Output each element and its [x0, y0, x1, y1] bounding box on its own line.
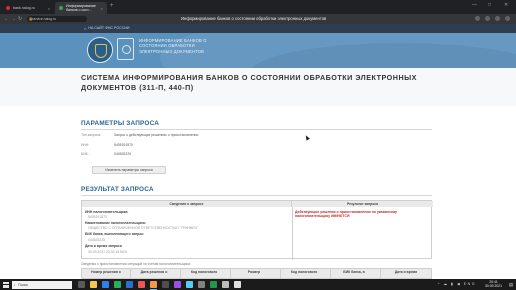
close-tab-icon[interactable]: × — [48, 6, 50, 11]
app-icon[interactable] — [198, 281, 205, 288]
column-header: Дата решения о — [140, 270, 168, 274]
back-icon[interactable]: ← — [4, 16, 9, 22]
close-tab-icon[interactable]: × — [101, 6, 103, 11]
param-label: БИК: — [81, 152, 89, 156]
field-label: БИК банка, выполняющего запрос: — [85, 232, 145, 236]
param-label: ИНН: — [81, 143, 90, 147]
params-section-title: ПАРАМЕТРЫ ЗАПРОСА — [81, 120, 160, 127]
field-label: Наименование налогоплательщика: — [85, 221, 146, 225]
profile-avatar-icon[interactable] — [495, 16, 500, 21]
column-header: Сведения о запросе — [82, 201, 292, 207]
decisions-table-header: Номер решения о Дата решения о Код налог… — [81, 268, 432, 280]
clock[interactable]: 20:41 30.09.2021 — [485, 280, 502, 289]
file-explorer-icon[interactable] — [90, 281, 97, 288]
clock-date: 30.09.2021 — [485, 284, 502, 289]
column-header: Код налогового — [190, 270, 218, 274]
param-value: 044525225 — [114, 152, 131, 156]
notifications-icon[interactable]: ▤ — [509, 282, 513, 288]
chrome-browser-icon[interactable] — [150, 281, 157, 290]
mouse-cursor-icon — [304, 134, 310, 141]
browser-tab[interactable]: bank.nalog.ru × — [2, 2, 54, 14]
field-value: 5405191570 — [88, 215, 107, 219]
extension-icon[interactable] — [475, 16, 480, 21]
column-divider — [292, 207, 293, 260]
home-icon: ⌂ — [84, 25, 87, 31]
taskbar-search-input[interactable]: ⌕ Поиск — [12, 280, 72, 289]
home-link[interactable]: ⌂ НА САЙТ ФНС РОССИИ — [84, 26, 130, 31]
close-window-button[interactable]: ✕ — [504, 2, 508, 8]
field-value: 30.09.2021 20:32:15 МСК — [88, 250, 128, 254]
lock-icon: 🔒 — [28, 17, 33, 21]
divider — [81, 195, 432, 196]
site-banner: ИНФОРМИРОВАНИЕ БАНКОВ О СОСТОЯНИИ ОБРАБО… — [0, 33, 516, 68]
site-favicon-icon — [59, 6, 63, 10]
result-status-text: Действующие решения о приостановлении по… — [295, 210, 397, 219]
app-icon[interactable] — [222, 281, 229, 288]
decisions-note: Сведения о приостановлении операций по с… — [81, 262, 191, 266]
word-app-icon[interactable] — [126, 281, 133, 288]
task-view-icon[interactable] — [78, 281, 85, 288]
app-icon[interactable] — [210, 281, 217, 288]
mail-app-icon[interactable] — [102, 281, 109, 288]
windows-start-icon[interactable] — [3, 281, 9, 288]
maximize-button[interactable]: □ — [488, 2, 491, 8]
column-header: Код налогового — [290, 270, 318, 274]
field-label: ИНН налогоплательщика: — [85, 210, 129, 214]
app-icon[interactable] — [162, 281, 169, 288]
reload-icon[interactable]: ↻ — [18, 16, 22, 22]
browser-tab-bar: bank.nalog.ru × Информирование банков о … — [0, 0, 516, 14]
field-label: Дата и время запроса — [85, 244, 122, 248]
address-bar[interactable]: 🔒 service.nalog.ru — [27, 16, 87, 22]
system-title: СИСТЕМА ИНФОРМИРОВАНИЯ БАНКОВ О СОСТОЯНИ… — [81, 73, 417, 92]
param-label: Тип запроса: — [81, 133, 102, 137]
site-top-strip: ⌂ НА САЙТ ФНС РОССИИ — [0, 24, 516, 33]
telegram-app-icon[interactable] — [186, 281, 193, 288]
column-header: БИК банка, в — [343, 270, 365, 274]
column-header: Размер — [247, 270, 261, 274]
tab-label: bank.nalog.ru — [13, 6, 35, 10]
app-icon[interactable] — [174, 281, 181, 288]
minimize-button[interactable]: — — [472, 2, 477, 8]
param-value: Запрос о действующих решениях о приостан… — [114, 133, 199, 137]
field-value: ОБЩЕСТВО С ОГРАНИЧЕННОЙ ОТВЕТСТВЕННОСТЬЮ… — [88, 226, 199, 230]
taskbar: ⌕ Поиск ^ ☁ ▮ ◀ ENG 20:41 30.09.2021 ▤ — [0, 279, 516, 290]
page-title-bar: Информирование банков о состоянии обрабо… — [181, 16, 327, 21]
tab-label: Информирование банков о сост... — [66, 4, 96, 12]
change-params-button[interactable]: Изменить параметры запроса — [92, 166, 166, 174]
column-header: Дата и время — [394, 270, 418, 274]
column-header: Результат запроса — [292, 201, 433, 207]
excel-app-icon[interactable] — [114, 281, 121, 288]
fns-emblem-logo[interactable] — [87, 37, 113, 63]
divider — [81, 129, 432, 130]
document-icon — [117, 38, 134, 60]
system-tray-icons[interactable]: ^ ☁ ▮ ◀ ENG — [438, 282, 476, 286]
app-icon[interactable] — [234, 281, 241, 288]
search-icon: ⌕ — [13, 282, 16, 287]
pdf-app-icon[interactable] — [138, 281, 145, 288]
result-table: Сведения о запросе Результат запроса ИНН… — [81, 200, 433, 260]
new-tab-button[interactable]: + — [110, 3, 114, 9]
search-placeholder: Поиск — [18, 282, 28, 287]
forward-icon[interactable]: → — [11, 16, 16, 22]
bookmark-star-icon[interactable] — [485, 16, 490, 21]
banner-title: ИНФОРМИРОВАНИЕ БАНКОВ О СОСТОЯНИИ ОБРАБО… — [139, 38, 207, 54]
result-section-title: РЕЗУЛЬТАТ ЗАПРОСА — [81, 186, 154, 193]
home-link-label: НА САЙТ ФНС РОССИИ — [88, 26, 130, 30]
menu-dots-icon[interactable] — [505, 16, 510, 21]
column-header: Номер решения о — [91, 270, 121, 274]
param-value: 5405191570 — [114, 143, 133, 147]
browser-tab-active[interactable]: Информирование банков о сост... × — [55, 2, 107, 14]
address-text: service.nalog.ru — [32, 17, 56, 21]
site-favicon-icon — [6, 6, 10, 10]
toolbar-icons — [475, 16, 510, 21]
field-value: 044525225 — [88, 238, 105, 242]
